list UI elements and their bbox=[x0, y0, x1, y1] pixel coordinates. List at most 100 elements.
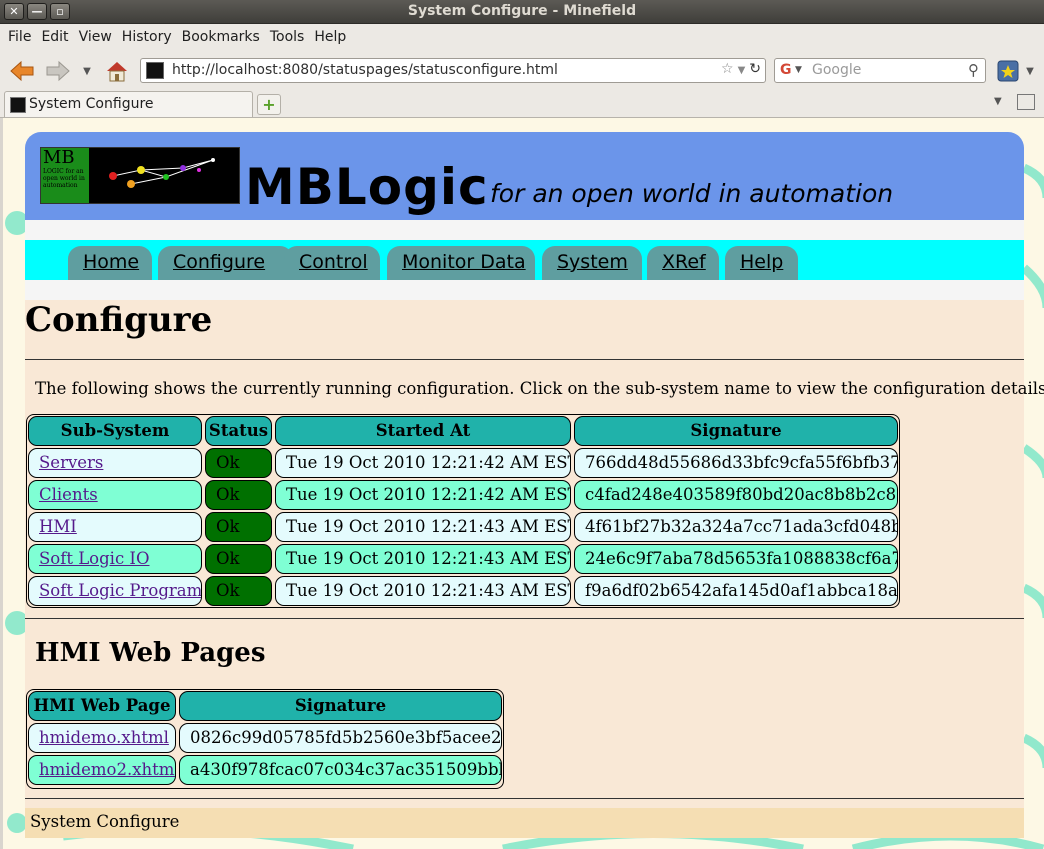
divider bbox=[25, 618, 1024, 619]
url-text[interactable]: http://localhost:8080/statuspages/status… bbox=[172, 62, 558, 78]
signature-cell: c4fad248e403589f80bd20ac8b8b2c8a bbox=[574, 480, 898, 510]
nav-tab-monitor-data[interactable]: Monitor Data bbox=[387, 246, 535, 280]
forward-arrow-icon[interactable] bbox=[44, 58, 72, 84]
history-dropdown-icon[interactable]: ▼ bbox=[80, 58, 94, 84]
nav-tab-control[interactable]: Control bbox=[284, 246, 380, 280]
tab-label: System Configure bbox=[29, 96, 154, 112]
status-badge: Ok bbox=[205, 480, 272, 510]
intro-text: The following shows the currently runnin… bbox=[35, 379, 1044, 398]
nav-spacer bbox=[25, 280, 1024, 300]
signature-header: Signature bbox=[574, 416, 898, 446]
bookmarks-dropdown-icon[interactable]: ▼ bbox=[1024, 58, 1036, 84]
status-badge: Ok bbox=[205, 544, 272, 574]
started-at-cell: Tue 19 Oct 2010 12:21:42 AM EST bbox=[275, 480, 571, 510]
subsystem-link-soft-logic-io[interactable]: Soft Logic IO bbox=[29, 549, 149, 568]
window-title: System Configure - Minefield bbox=[407, 3, 637, 19]
nav-tab-help[interactable]: Help bbox=[725, 246, 798, 280]
nav-tab-system[interactable]: System bbox=[542, 246, 642, 280]
footer-text: System Configure bbox=[30, 812, 180, 831]
url-bar[interactable]: http://localhost:8080/statuspages/status… bbox=[140, 58, 766, 83]
signature-cell: 24e6c9f7aba78d5653fa1088838cf6a7 bbox=[574, 544, 898, 574]
started-at-cell: Tue 19 Oct 2010 12:21:43 AM EST bbox=[275, 544, 571, 574]
subsystem-table: Sub-System Status Started At Signature S… bbox=[26, 414, 900, 608]
tab-groups-icon[interactable] bbox=[1017, 94, 1035, 110]
bookmark-star-icon[interactable]: ☆ bbox=[721, 61, 734, 81]
logo-mb-text: MB bbox=[43, 147, 75, 168]
hmi-signature-header: Signature bbox=[179, 691, 502, 721]
status-badge: Ok bbox=[205, 448, 272, 478]
google-engine-icon[interactable]: G bbox=[780, 62, 792, 78]
site-brand: MBLogic bbox=[245, 158, 489, 216]
table-row: hmidemo.xhtml bbox=[28, 723, 176, 753]
nav-tab-xref[interactable]: XRef bbox=[647, 246, 719, 280]
tab-list-dropdown-icon[interactable]: ▼ bbox=[994, 96, 1002, 107]
menu-bookmarks[interactable]: Bookmarks bbox=[177, 29, 265, 45]
menu-file[interactable]: File bbox=[3, 29, 36, 45]
divider bbox=[25, 798, 1024, 799]
nav-tab-configure[interactable]: Configure bbox=[158, 246, 293, 280]
logo-subtext: LOGIC for an open world in automation bbox=[43, 168, 85, 189]
search-input[interactable]: Google bbox=[812, 62, 861, 78]
main-content: Configure The following shows the curren… bbox=[25, 300, 1044, 838]
nav-tab-home[interactable]: Home bbox=[68, 246, 152, 280]
page-viewport: MB LOGIC for an open world in automation bbox=[0, 118, 1044, 849]
subsystem-link-servers[interactable]: Servers bbox=[29, 453, 103, 472]
tab-bar: System Configure + ▼ bbox=[0, 90, 1044, 118]
table-row: Clients bbox=[28, 480, 202, 510]
signature-cell: a430f978fcac07c034c37ac351509bbb bbox=[179, 755, 502, 785]
table-row: hmidemo2.xhtml bbox=[28, 755, 176, 785]
started-at-cell: Tue 19 Oct 2010 12:21:43 AM EST bbox=[275, 576, 571, 606]
subsystem-link-clients[interactable]: Clients bbox=[29, 485, 98, 504]
back-arrow-icon[interactable] bbox=[8, 58, 36, 84]
status-badge: Ok bbox=[205, 576, 272, 606]
subsystem-link-soft-logic-program[interactable]: Soft Logic Program bbox=[29, 581, 201, 600]
logo-constellation-icon bbox=[109, 158, 215, 188]
menu-history[interactable]: History bbox=[117, 29, 177, 45]
signature-cell: 4f61bf27b32a324a7cc71ada3cfd048b bbox=[574, 512, 898, 542]
new-tab-plus-icon[interactable]: + bbox=[257, 94, 281, 115]
home-icon[interactable] bbox=[104, 58, 130, 84]
site-favicon-icon bbox=[146, 62, 164, 79]
table-row: Soft Logic Program bbox=[28, 576, 202, 606]
search-icon[interactable]: ⚲ bbox=[968, 61, 979, 79]
page-container: MB LOGIC for an open world in automation bbox=[25, 132, 1044, 838]
started-at-cell: Tue 19 Oct 2010 12:21:42 AM EST bbox=[275, 448, 571, 478]
table-row: Soft Logic IO bbox=[28, 544, 202, 574]
started-at-cell: Tue 19 Oct 2010 12:21:43 AM EST bbox=[275, 512, 571, 542]
hmi-link-hmidemo2[interactable]: hmidemo2.xhtml bbox=[29, 760, 175, 779]
search-engine-dropdown-icon[interactable]: ▼ bbox=[795, 65, 802, 75]
site-banner: MB LOGIC for an open world in automation bbox=[25, 132, 1024, 220]
page-title: Configure bbox=[25, 300, 213, 340]
mblogic-logo: MB LOGIC for an open world in automation bbox=[40, 147, 240, 204]
search-bar[interactable]: G ▼ Google ⚲ bbox=[774, 58, 986, 83]
signature-cell: 0826c99d05785fd5b2560e3bf5acee28 bbox=[179, 723, 502, 753]
menu-edit[interactable]: Edit bbox=[36, 29, 73, 45]
divider bbox=[25, 359, 1024, 360]
table-row: HMI bbox=[28, 512, 202, 542]
status-badge: Ok bbox=[205, 512, 272, 542]
reload-icon[interactable]: ↻ bbox=[749, 61, 761, 81]
window-titlebar: ✕ — ▫ System Configure - Minefield bbox=[0, 0, 1044, 24]
site-nav: Home Configure Control Monitor Data Syst… bbox=[25, 240, 1024, 280]
status-header: Status bbox=[205, 416, 272, 446]
subsystem-link-hmi[interactable]: HMI bbox=[29, 517, 77, 536]
tab-system-configure[interactable]: System Configure bbox=[4, 91, 253, 117]
started-at-header: Started At bbox=[275, 416, 571, 446]
menu-help[interactable]: Help bbox=[309, 29, 351, 45]
hmi-table: HMI Web Page Signature hmidemo.xhtml 082… bbox=[26, 689, 504, 789]
hmi-link-hmidemo[interactable]: hmidemo.xhtml bbox=[29, 728, 169, 747]
table-row: Servers bbox=[28, 448, 202, 478]
hmi-page-header: HMI Web Page bbox=[28, 691, 176, 721]
subsystem-header: Sub-System bbox=[28, 416, 202, 446]
menu-tools[interactable]: Tools bbox=[265, 29, 310, 45]
menubar: File Edit View History Bookmarks Tools H… bbox=[0, 24, 1044, 50]
tab-favicon-icon bbox=[10, 97, 26, 113]
page-footer: System Configure bbox=[25, 808, 1024, 838]
site-tagline: for an open world in automation bbox=[490, 179, 894, 208]
signature-cell: f9a6df02b6542afa145d0af1abbca18a bbox=[574, 576, 898, 606]
bookmarks-star-icon[interactable] bbox=[997, 58, 1019, 84]
menu-view[interactable]: View bbox=[74, 29, 117, 45]
signature-cell: 766dd48d55686d33bfc9cfa55f6bfb37 bbox=[574, 448, 898, 478]
banner-spacer bbox=[25, 220, 1024, 240]
url-dropdown-icon[interactable]: ▼ bbox=[738, 61, 746, 81]
